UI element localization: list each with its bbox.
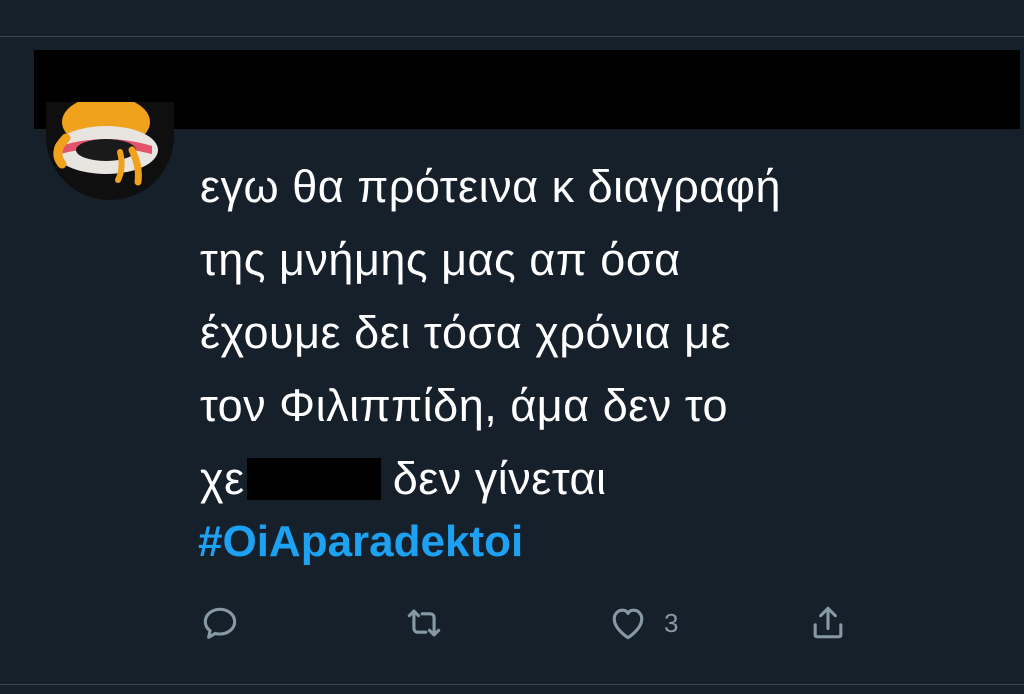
top-divider — [0, 36, 1024, 37]
tweet-line-start: χε — [200, 453, 245, 504]
reply-icon — [203, 607, 237, 639]
tweet-text: εγω θα πρότεινα κ διαγραφή της μνήμης μα… — [200, 150, 1000, 515]
share-icon — [813, 606, 843, 639]
retweet-icon — [407, 609, 441, 637]
bottom-divider — [0, 684, 1024, 685]
tweet-line: χε δεν γίνεται — [200, 442, 1000, 515]
censor-block — [246, 458, 381, 500]
reply-button[interactable] — [198, 600, 242, 646]
retweet-button[interactable] — [402, 600, 446, 646]
avatar[interactable] — [46, 102, 174, 200]
hashtag-link[interactable]: #OiAparadektoi — [198, 512, 523, 572]
redacted-user-header — [34, 50, 1020, 129]
tweet-line: τον Φιλιππίδη, άμα δεν το — [200, 380, 728, 431]
heart-icon — [612, 608, 644, 640]
tweet-line: της μνήμης μας απ όσα — [200, 234, 681, 285]
tweet-line: εγω θα πρότεινα κ διαγραφή — [200, 161, 782, 212]
tweet-line: έχουμε δει τόσα χρόνια με — [200, 307, 732, 358]
like-count: 3 — [664, 607, 679, 638]
like-button[interactable]: 3 — [606, 600, 678, 646]
share-button[interactable] — [806, 600, 850, 646]
tweet-line-end: δεν γίνεται — [392, 453, 607, 504]
tweet-actions: 3 — [0, 600, 1024, 650]
avatar-image — [46, 102, 174, 200]
